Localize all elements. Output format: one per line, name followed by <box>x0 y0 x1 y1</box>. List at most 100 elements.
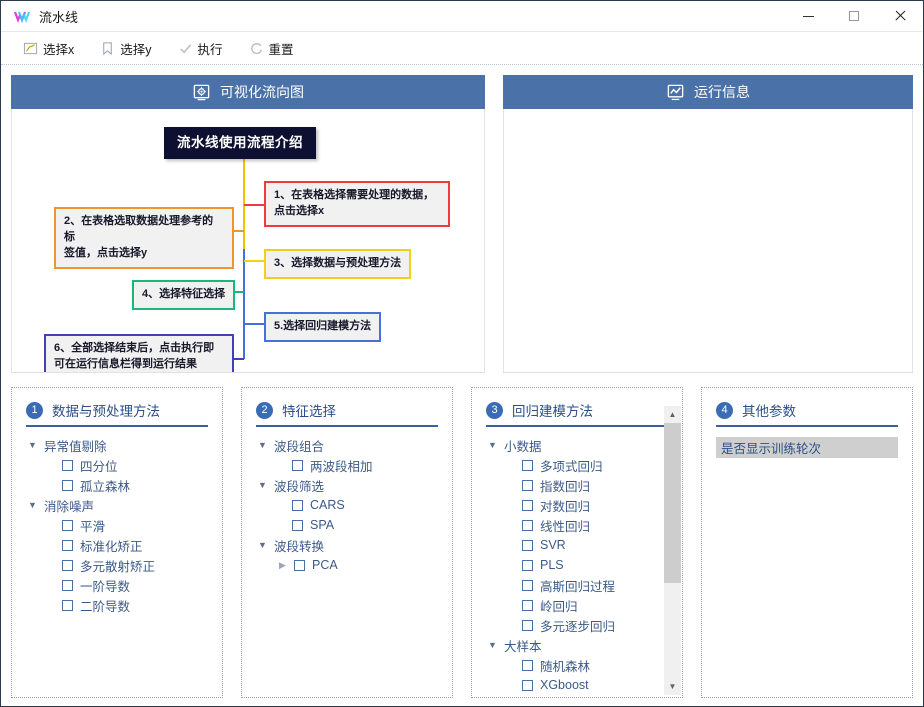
checkbox[interactable] <box>522 680 533 691</box>
checkbox[interactable] <box>292 460 303 471</box>
tree-item[interactable]: 孤立森林 <box>12 475 222 495</box>
checkbox[interactable] <box>62 600 73 611</box>
checkbox[interactable] <box>522 620 533 631</box>
checkbox[interactable] <box>62 580 73 591</box>
tree-item[interactable]: PLS <box>472 555 682 575</box>
checkbox[interactable] <box>522 500 533 511</box>
panel-other-params: 4 其他参数 是否显示训练轮次 <box>701 387 913 698</box>
chevron-down-icon[interactable]: ▼ <box>26 441 39 450</box>
execute-label: 执行 <box>198 39 223 58</box>
panel-4-header: 4 其他参数 <box>716 400 898 427</box>
tree-item[interactable]: 一阶导数 <box>12 575 222 595</box>
panel-2-badge: 2 <box>256 402 273 419</box>
tree-item[interactable]: 多项式回归 <box>472 455 682 475</box>
tree-item[interactable]: 多元散射矫正 <box>12 555 222 575</box>
checkbox[interactable] <box>522 540 533 551</box>
tree-item[interactable]: 四分位 <box>12 455 222 475</box>
panel-3-tree: ▼ 小数据 多项式回归 指数回归 对数回归 <box>472 427 682 697</box>
checkbox[interactable] <box>292 520 303 531</box>
checkbox[interactable] <box>292 500 303 511</box>
tree-item[interactable]: 平滑 <box>12 515 222 535</box>
tree-item[interactable]: SVR <box>472 535 682 555</box>
panel-3-scrollbar[interactable]: ▲ ▼ <box>664 406 681 695</box>
select-y-button[interactable]: 选择y <box>100 39 151 58</box>
chevron-right-icon[interactable]: ▶ <box>276 561 289 570</box>
scroll-down-icon[interactable]: ▼ <box>664 678 681 695</box>
chevron-down-icon[interactable]: ▼ <box>256 441 269 450</box>
panel-feature-selection: 2 特征选择 ▼ 波段组合 两波段相加 ▼ 波段筛选 <box>241 387 453 698</box>
tree-item[interactable]: 高斯回归过程 <box>472 575 682 595</box>
chevron-down-icon[interactable]: ▼ <box>256 481 269 490</box>
checkbox[interactable] <box>62 520 73 531</box>
tree-item-expandable[interactable]: ▶ PCA <box>242 555 452 575</box>
tree-item[interactable]: 指数回归 <box>472 475 682 495</box>
param-label: 是否显示训练轮次 <box>721 438 821 457</box>
tree-item[interactable]: SPA <box>242 515 452 535</box>
flow-node-2: 2、在表格选取数据处理参考的标 签值，点击选择y <box>54 207 234 269</box>
refresh-icon <box>249 41 264 56</box>
visualization-body: 流水线使用流程介绍 1、在表格选择需要处理的数据， 点击选择x 2、在表格选取数… <box>11 109 485 373</box>
minimize-icon <box>803 16 814 17</box>
title-bar: 流水线 <box>1 1 923 32</box>
scrollbar-thumb[interactable] <box>664 423 681 583</box>
chevron-down-icon[interactable]: ▼ <box>486 641 499 650</box>
checkbox[interactable] <box>62 560 73 571</box>
tree-item-label: 四分位 <box>80 456 118 475</box>
checkbox[interactable] <box>522 520 533 531</box>
execute-button[interactable]: 执行 <box>178 39 223 58</box>
tree-item[interactable]: 标准化矫正 <box>12 535 222 555</box>
tree-group[interactable]: ▼ 小数据 <box>472 435 682 455</box>
tree-group[interactable]: ▼ 波段组合 <box>242 435 452 455</box>
panel-2-tree: ▼ 波段组合 两波段相加 ▼ 波段筛选 CARS <box>242 427 452 697</box>
tree-item-label: 孤立森林 <box>80 476 130 495</box>
tree-item[interactable]: XGboost <box>472 675 682 695</box>
param-row-show-epochs[interactable]: 是否显示训练轮次 <box>716 437 898 458</box>
tree-group[interactable]: ▼ 大样本 <box>472 635 682 655</box>
toolbar: 选择x 选择y 执行 重置 <box>1 32 923 65</box>
checkbox[interactable] <box>522 480 533 491</box>
tree-item[interactable]: 多元逐步回归 <box>472 615 682 635</box>
scrollbar-track[interactable] <box>664 583 681 678</box>
reset-button[interactable]: 重置 <box>249 39 294 58</box>
tree-item[interactable]: 两波段相加 <box>242 455 452 475</box>
maximize-button[interactable] <box>831 1 877 32</box>
tree-item[interactable]: 岭回归 <box>472 595 682 615</box>
tree-item-label: 随机森林 <box>540 656 590 675</box>
app-window: 流水线 选择x 选择y 执行 <box>0 0 924 707</box>
tree-item[interactable]: 二阶导数 <box>12 595 222 615</box>
chevron-down-icon[interactable]: ▼ <box>256 541 269 550</box>
checkbox[interactable] <box>522 600 533 611</box>
checkbox[interactable] <box>294 560 305 571</box>
checkbox[interactable] <box>522 580 533 591</box>
checkbox[interactable] <box>62 540 73 551</box>
tree-group[interactable]: ▼ 波段筛选 <box>242 475 452 495</box>
run-info-title: 运行信息 <box>694 82 750 102</box>
chevron-down-icon[interactable]: ▼ <box>26 501 39 510</box>
tree-group-label: 小数据 <box>504 436 542 455</box>
run-info-body[interactable] <box>503 109 913 373</box>
tree-item-label: 多项式回归 <box>540 456 603 475</box>
checkbox[interactable] <box>522 560 533 571</box>
tree-group[interactable]: ▼ 异常值剔除 <box>12 435 222 455</box>
tree-item-label: SPA <box>310 518 334 532</box>
select-x-button[interactable]: 选择x <box>23 39 74 58</box>
checkbox[interactable] <box>522 660 533 671</box>
tree-item[interactable]: CARS <box>242 495 452 515</box>
minimize-button[interactable] <box>785 1 831 32</box>
tree-item-label: CARS <box>310 498 345 512</box>
chart-monitor-icon <box>666 83 685 102</box>
tree-group-label: 波段转换 <box>274 536 324 555</box>
checkbox[interactable] <box>62 480 73 491</box>
checkbox[interactable] <box>522 460 533 471</box>
tree-item[interactable]: 随机森林 <box>472 655 682 675</box>
tree-group[interactable]: ▼ 波段转换 <box>242 535 452 555</box>
tree-item[interactable]: 线性回归 <box>472 515 682 535</box>
scroll-up-icon[interactable]: ▲ <box>664 406 681 423</box>
chevron-down-icon[interactable]: ▼ <box>486 441 499 450</box>
close-button[interactable] <box>877 1 923 32</box>
tree-item-label: 指数回归 <box>540 476 590 495</box>
checkbox[interactable] <box>62 460 73 471</box>
tree-item[interactable]: 对数回归 <box>472 495 682 515</box>
panel-2-header: 2 特征选择 <box>256 400 438 427</box>
tree-group[interactable]: ▼ 消除噪声 <box>12 495 222 515</box>
